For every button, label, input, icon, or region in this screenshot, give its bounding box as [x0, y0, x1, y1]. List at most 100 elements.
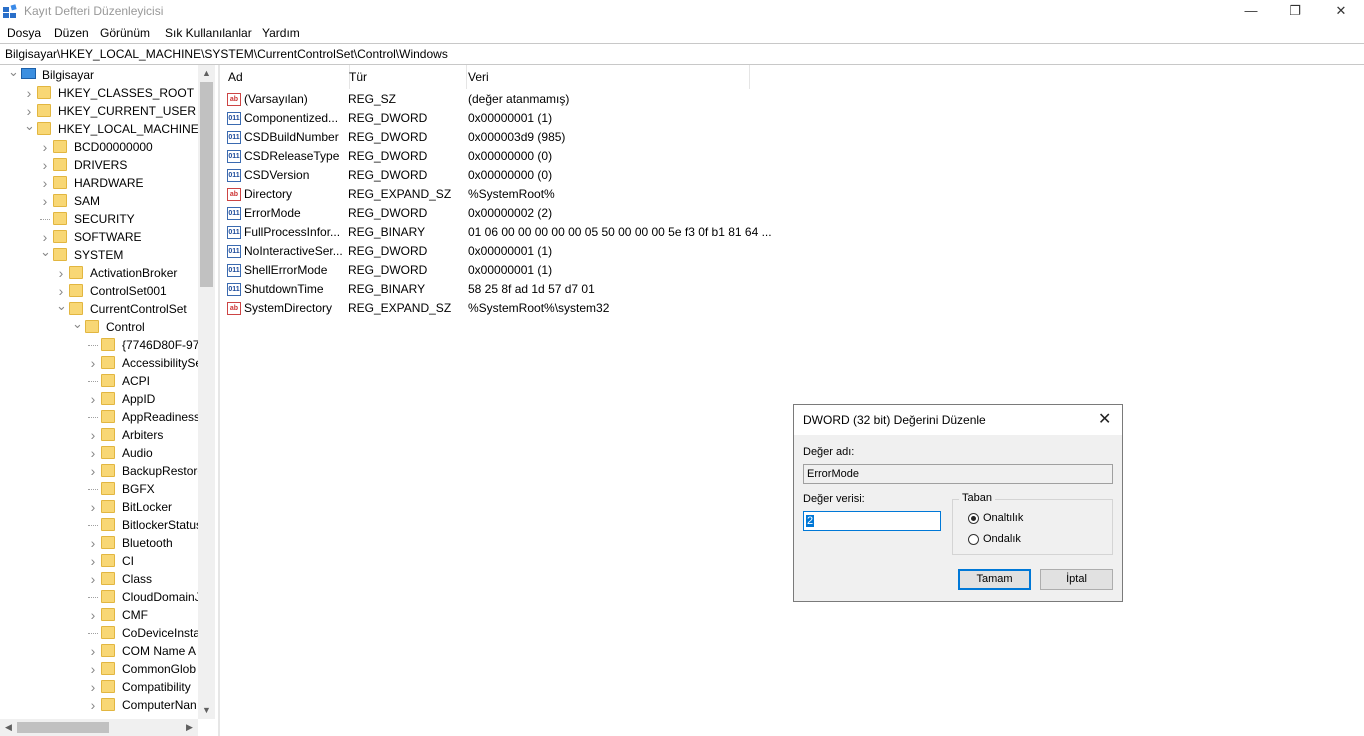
- tree-item[interactable]: AppReadiness: [0, 408, 215, 426]
- menu-edit[interactable]: Düzen: [54, 26, 89, 40]
- address-bar[interactable]: Bilgisayar\HKEY_LOCAL_MACHINE\SYSTEM\Cur…: [0, 43, 1364, 65]
- expand-chevron-icon[interactable]: ›: [88, 498, 98, 516]
- scroll-down-arrow-icon[interactable]: ▼: [198, 702, 215, 719]
- tree-item[interactable]: › BitLocker: [0, 498, 215, 516]
- scroll-up-arrow-icon[interactable]: ▲: [198, 65, 215, 82]
- tree-item[interactable]: › CI: [0, 552, 215, 570]
- expand-chevron-icon[interactable]: ›: [40, 138, 50, 156]
- value-row[interactable]: 011 ErrorMode REG_DWORD 0x00000002 (2): [221, 204, 921, 223]
- collapse-chevron-icon[interactable]: ⌄: [24, 119, 35, 138]
- tree-item[interactable]: › HKEY_CLASSES_ROOT: [0, 84, 215, 102]
- expand-chevron-icon[interactable]: ›: [88, 678, 98, 696]
- value-row[interactable]: 011 CSDReleaseType REG_DWORD 0x00000000 (0): [221, 147, 921, 166]
- tree-item[interactable]: › SOFTWARE: [0, 228, 215, 246]
- tree-item[interactable]: › Audio: [0, 444, 215, 462]
- tree-item[interactable]: ⌄ HKEY_LOCAL_MACHINE: [0, 119, 215, 138]
- tree-item[interactable]: BitlockerStatus: [0, 516, 215, 534]
- column-header-data[interactable]: Veri: [461, 65, 750, 89]
- expand-chevron-icon[interactable]: ›: [88, 552, 98, 570]
- minimize-button[interactable]: —: [1228, 0, 1274, 22]
- tree-item[interactable]: › DRIVERS: [0, 156, 215, 174]
- expand-chevron-icon[interactable]: ›: [24, 84, 34, 102]
- tree-item[interactable]: CloudDomainJ: [0, 588, 215, 606]
- expand-chevron-icon[interactable]: ›: [88, 462, 98, 480]
- value-row[interactable]: 011 ShutdownTime REG_BINARY 58 25 8f ad 1d …: [221, 280, 921, 299]
- expand-chevron-icon[interactable]: ›: [56, 264, 66, 282]
- expand-chevron-icon[interactable]: ›: [40, 156, 50, 174]
- column-header-name[interactable]: Ad: [221, 65, 350, 89]
- tree-item[interactable]: › Arbiters: [0, 426, 215, 444]
- tree-item[interactable]: › ControlSet001: [0, 282, 215, 300]
- hex-radio[interactable]: [968, 513, 979, 524]
- value-row[interactable]: 011 NoInteractiveSer... REG_DWORD 0x0000000…: [221, 242, 921, 261]
- pane-splitter[interactable]: [218, 65, 220, 736]
- tree-item[interactable]: ⌄ Control: [0, 317, 215, 336]
- tree-item[interactable]: › AccessibilitySe: [0, 354, 215, 372]
- hex-radio-label[interactable]: Onaltılık: [983, 512, 1023, 524]
- tree-item[interactable]: CoDeviceInsta: [0, 624, 215, 642]
- expand-chevron-icon[interactable]: ›: [88, 426, 98, 444]
- menu-help[interactable]: Yardım: [262, 26, 300, 40]
- address-path[interactable]: Bilgisayar\HKEY_LOCAL_MACHINE\SYSTEM\Cur…: [5, 47, 448, 61]
- expand-chevron-icon[interactable]: ›: [88, 354, 98, 372]
- scroll-thumb[interactable]: [17, 722, 109, 733]
- expand-chevron-icon[interactable]: ›: [88, 696, 98, 714]
- maximize-button[interactable]: ❐: [1272, 0, 1318, 22]
- expand-chevron-icon[interactable]: ›: [88, 642, 98, 660]
- value-row[interactable]: ab SystemDirectory REG_EXPAND_SZ %SystemRoo…: [221, 299, 921, 318]
- tree-item[interactable]: › BCD00000000: [0, 138, 215, 156]
- tree-item[interactable]: › ComputerNan: [0, 696, 215, 714]
- tree-item[interactable]: BGFX: [0, 480, 215, 498]
- scroll-right-arrow-icon[interactable]: ▶: [181, 719, 198, 736]
- tree-item[interactable]: › CMF: [0, 606, 215, 624]
- close-button[interactable]: ✕: [1318, 0, 1364, 22]
- tree-item[interactable]: › Compatibility: [0, 678, 215, 696]
- value-row[interactable]: ab Directory REG_EXPAND_SZ %SystemRoot%: [221, 185, 921, 204]
- value-row[interactable]: ab (Varsayılan) REG_SZ (değer atanmamış): [221, 90, 921, 109]
- tree-item[interactable]: › HARDWARE: [0, 174, 215, 192]
- decimal-radio-label[interactable]: Ondalık: [983, 533, 1021, 545]
- tree-item[interactable]: › Class: [0, 570, 215, 588]
- tree-item[interactable]: › ActivationBroker: [0, 264, 215, 282]
- expand-chevron-icon[interactable]: ›: [40, 192, 50, 210]
- value-data-text[interactable]: 2: [806, 515, 815, 527]
- tree-item[interactable]: › BackupRestore: [0, 462, 215, 480]
- collapse-chevron-icon[interactable]: ⌄: [40, 245, 51, 264]
- tree-item[interactable]: › SAM: [0, 192, 215, 210]
- tree-item[interactable]: ⌄ CurrentControlSet: [0, 299, 215, 318]
- scroll-left-arrow-icon[interactable]: ◀: [0, 719, 17, 736]
- menu-view[interactable]: Görünüm: [100, 26, 150, 40]
- collapse-chevron-icon[interactable]: ⌄: [72, 317, 83, 336]
- tree-vertical-scrollbar[interactable]: ▲ ▼: [198, 65, 215, 719]
- tree-item[interactable]: › CommonGlob: [0, 660, 215, 678]
- tree-item[interactable]: ⌄ Bilgisayar: [0, 65, 215, 84]
- expand-chevron-icon[interactable]: ›: [40, 174, 50, 192]
- expand-chevron-icon[interactable]: ›: [88, 390, 98, 408]
- tree-item[interactable]: › AppID: [0, 390, 215, 408]
- expand-chevron-icon[interactable]: ›: [88, 660, 98, 678]
- expand-chevron-icon[interactable]: ›: [88, 606, 98, 624]
- value-row[interactable]: 011 Componentized... REG_DWORD 0x00000001 (…: [221, 109, 921, 128]
- column-header-type[interactable]: Tür: [343, 65, 467, 89]
- expand-chevron-icon[interactable]: ›: [88, 444, 98, 462]
- decimal-radio[interactable]: [968, 534, 979, 545]
- collapse-chevron-icon[interactable]: ⌄: [56, 299, 67, 318]
- tree-item[interactable]: ⌄ SYSTEM: [0, 245, 215, 264]
- tree-item[interactable]: › COM Name A: [0, 642, 215, 660]
- value-row[interactable]: 011 ShellErrorMode REG_DWORD 0x00000001 (1): [221, 261, 921, 280]
- expand-chevron-icon[interactable]: ›: [88, 570, 98, 588]
- collapse-chevron-icon[interactable]: ⌄: [8, 65, 19, 84]
- scroll-thumb[interactable]: [200, 82, 213, 287]
- value-data-input[interactable]: 2: [803, 511, 941, 531]
- cancel-button[interactable]: İptal: [1040, 569, 1113, 590]
- tree-item[interactable]: SECURITY: [0, 210, 215, 228]
- ok-button[interactable]: Tamam: [958, 569, 1031, 590]
- value-row[interactable]: 011 CSDVersion REG_DWORD 0x00000000 (0): [221, 166, 921, 185]
- tree-item[interactable]: {7746D80F-97E: [0, 336, 215, 354]
- expand-chevron-icon[interactable]: ›: [88, 534, 98, 552]
- tree-horizontal-scrollbar[interactable]: ◀ ▶: [0, 719, 198, 736]
- tree-item[interactable]: › Bluetooth: [0, 534, 215, 552]
- tree-item[interactable]: ACPI: [0, 372, 215, 390]
- dialog-close-icon[interactable]: ✕: [1098, 409, 1111, 429]
- menu-file[interactable]: Dosya: [7, 26, 41, 40]
